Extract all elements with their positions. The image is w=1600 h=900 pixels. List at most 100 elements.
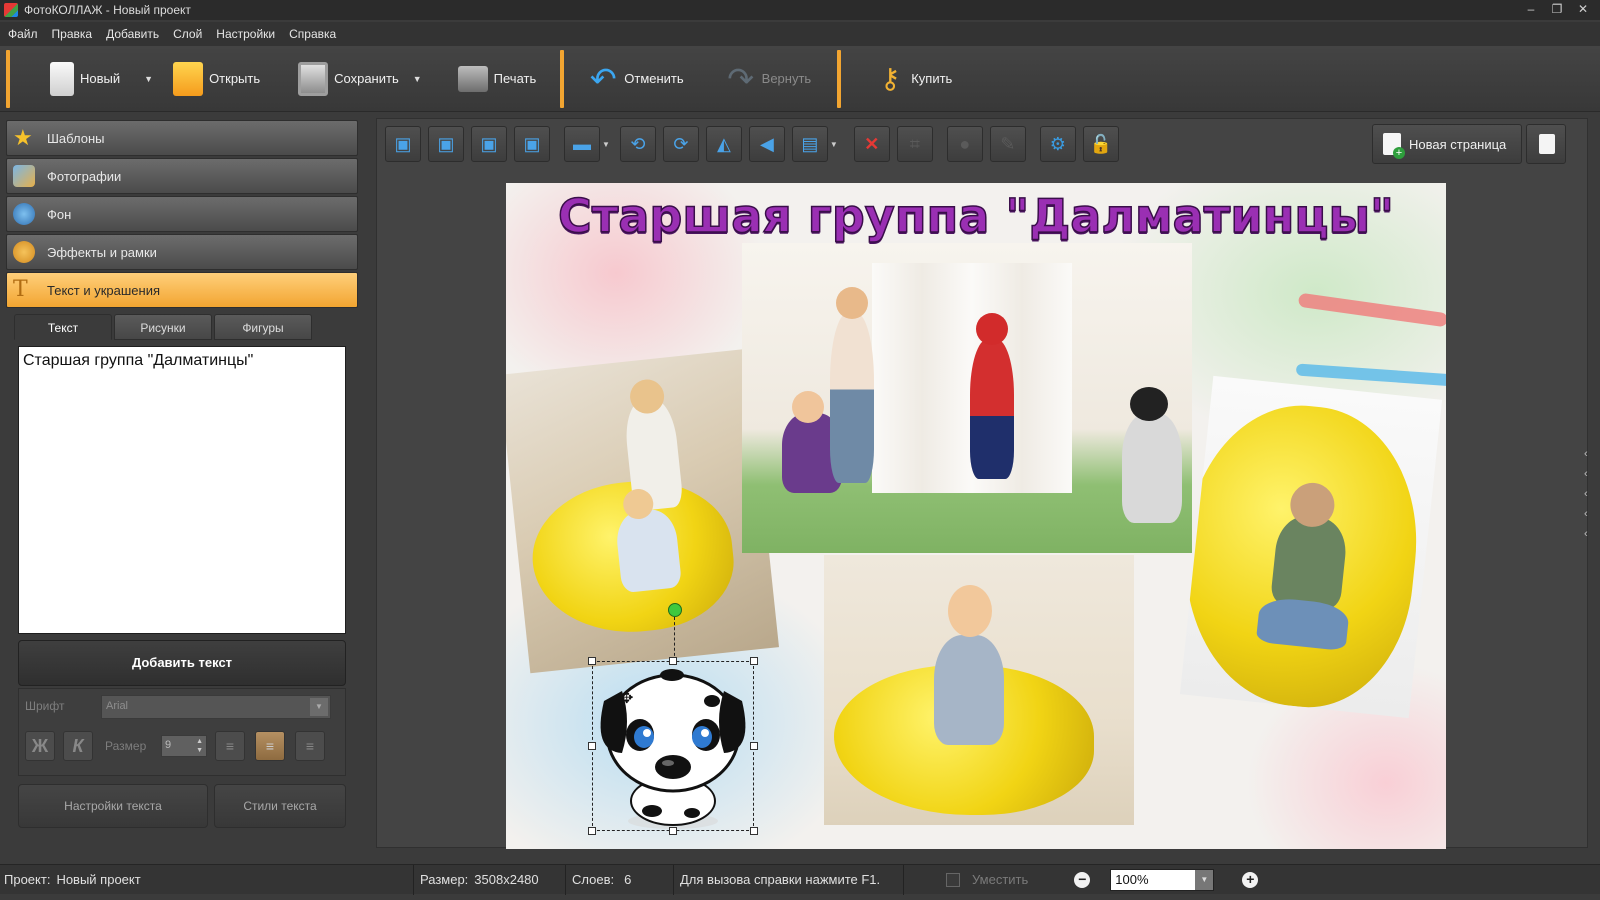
text-input[interactable]: Старшая группа "Далматинцы" (18, 346, 346, 634)
fit-label[interactable]: Уместить (972, 872, 1028, 887)
bring-to-front-icon[interactable]: ▣ (385, 126, 421, 162)
fit-checkbox[interactable] (946, 872, 960, 887)
tab-pictures[interactable]: Рисунки (114, 314, 212, 340)
menu-help[interactable]: Справка (289, 27, 336, 41)
undo-button[interactable]: ↶ Отменить (578, 54, 693, 104)
app-icon (4, 3, 18, 17)
menu-settings[interactable]: Настройки (216, 27, 275, 41)
tab-shapes[interactable]: Фигуры (214, 314, 312, 340)
gear-icon[interactable]: ⚙ (1039, 126, 1076, 162)
send-to-back-icon[interactable]: ▣ (514, 126, 550, 162)
new-page-button[interactable]: Новая страница (1372, 124, 1522, 164)
layers-label: Слоев: (572, 872, 615, 887)
chevron-left-icon[interactable]: ‹ (1584, 484, 1596, 504)
bring-forward-icon[interactable]: ▣ (428, 126, 464, 162)
resize-handle-nw[interactable] (588, 657, 596, 665)
close-button[interactable]: ✕ (1570, 0, 1596, 18)
zoom-out-button[interactable]: − (1074, 871, 1091, 888)
collage-photo-2[interactable] (742, 243, 1192, 553)
collage-photo-4[interactable] (1179, 375, 1443, 719)
resize-handle-se[interactable] (750, 827, 758, 835)
font-select[interactable]: Arial ▼ (101, 695, 331, 719)
zoom-select[interactable]: 100% ▼ (1110, 868, 1215, 891)
save-button[interactable]: Сохранить ▼ (288, 54, 432, 104)
window-title: ФотоКОЛЛАЖ - Новый проект (24, 3, 191, 17)
background-icon (13, 203, 35, 225)
menu-file[interactable]: Файл (8, 27, 38, 41)
rotation-handle[interactable] (668, 603, 682, 617)
rotate-left-icon[interactable]: ⟲ (619, 126, 656, 162)
resize-handle-w[interactable] (588, 742, 596, 750)
buy-button[interactable]: ⚷ Купить (865, 54, 962, 104)
chevron-left-icon[interactable]: ‹ (1584, 444, 1596, 464)
collage-photo-1[interactable] (506, 348, 779, 674)
redo-button[interactable]: ↷ Вернуть (716, 54, 822, 104)
flip-horizontal-icon[interactable]: ◭ (705, 126, 742, 162)
align-left-button[interactable]: ≡ (215, 731, 245, 761)
side-panel-arrows[interactable]: ‹ ‹ ‹ ‹ ‹ (1584, 444, 1596, 544)
zoom-in-button[interactable]: + (1242, 871, 1259, 888)
key-icon: ⚷ (879, 62, 901, 94)
child-figure (934, 635, 1004, 745)
text-styles-button[interactable]: Стили текста (214, 784, 346, 828)
floppy-disk-icon (298, 61, 329, 96)
palette-icon (13, 241, 35, 263)
save-dropdown-icon[interactable]: ▼ (413, 74, 422, 84)
chevron-left-icon[interactable]: ‹ (1584, 504, 1596, 524)
left-panel: ★ Шаблоны Фотографии Фон Эффекты и рамки… (4, 118, 362, 858)
print-button[interactable]: Печать (448, 54, 547, 104)
sidebar-item-text[interactable]: T Текст и украшения (6, 272, 358, 308)
resize-handle-e[interactable] (750, 742, 758, 750)
frame-dropdown-icon[interactable]: ▼ (830, 140, 838, 149)
sidebar-item-background[interactable]: Фон (6, 196, 358, 232)
menu-edit[interactable]: Правка (52, 27, 93, 41)
open-button[interactable]: Открыть (163, 54, 270, 104)
lock-icon[interactable]: 🔓 (1082, 126, 1119, 162)
sidebar-item-templates[interactable]: ★ Шаблоны (6, 120, 358, 156)
delete-icon[interactable]: ✕ (853, 126, 890, 162)
resize-handle-sw[interactable] (588, 827, 596, 835)
minimize-button[interactable]: – (1518, 0, 1544, 18)
page-settings-icon (1539, 134, 1555, 154)
align-right-button[interactable]: ≡ (295, 731, 325, 761)
chevron-left-icon[interactable]: ‹ (1584, 464, 1596, 484)
new-dropdown-icon[interactable]: ▼ (144, 74, 153, 84)
color-correction-icon[interactable]: ● (946, 126, 983, 162)
collage-photo-3[interactable] (824, 555, 1134, 825)
align-icon[interactable]: ▬ (564, 126, 600, 162)
crop-icon[interactable]: ⌗ (896, 126, 933, 162)
stepper-arrows-icon: ▲ ▼ (196, 738, 203, 754)
menu-add[interactable]: Добавить (106, 27, 159, 41)
status-project: Проект: Новый проект (0, 864, 414, 895)
pipette-icon[interactable]: ✎ (989, 126, 1026, 162)
frame-icon[interactable]: ▤ (791, 126, 828, 162)
title-bar: ФотоКОЛЛАЖ - Новый проект – ❐ ✕ (0, 0, 1600, 20)
align-dropdown-icon[interactable]: ▼ (602, 140, 610, 149)
tab-text[interactable]: Текст (14, 314, 112, 340)
align-center-button[interactable]: ≡ (255, 731, 285, 761)
page-settings-button[interactable] (1526, 124, 1566, 164)
bold-button[interactable]: Ж (25, 731, 55, 761)
resize-handle-n[interactable] (669, 657, 677, 665)
maximize-button[interactable]: ❐ (1544, 0, 1570, 18)
font-size-stepper[interactable]: 9 ▲ ▼ (161, 735, 207, 757)
child-head (976, 313, 1008, 345)
text-icon: T (13, 277, 28, 302)
chevron-left-icon[interactable]: ‹ (1584, 524, 1596, 544)
new-button[interactable]: Новый ▼ (40, 54, 163, 104)
menu-layer[interactable]: Слой (173, 27, 202, 41)
child-figure (970, 339, 1014, 479)
page-title-text[interactable]: Старшая группа "Далматинцы" (506, 188, 1446, 244)
add-text-button[interactable]: Добавить текст (18, 640, 346, 686)
sidebar-item-photos[interactable]: Фотографии (6, 158, 358, 194)
text-settings-button[interactable]: Настройки текста (18, 784, 208, 828)
flip-vertical-icon[interactable]: ◀ (748, 126, 785, 162)
rotate-right-icon[interactable]: ⟳ (662, 126, 699, 162)
italic-button[interactable]: К (63, 731, 93, 761)
send-backward-icon[interactable]: ▣ (471, 126, 507, 162)
resize-handle-ne[interactable] (750, 657, 758, 665)
undo-label: Отменить (624, 71, 684, 86)
resize-handle-s[interactable] (669, 827, 677, 835)
open-label: Открыть (209, 71, 261, 86)
sidebar-item-effects[interactable]: Эффекты и рамки (6, 234, 358, 270)
